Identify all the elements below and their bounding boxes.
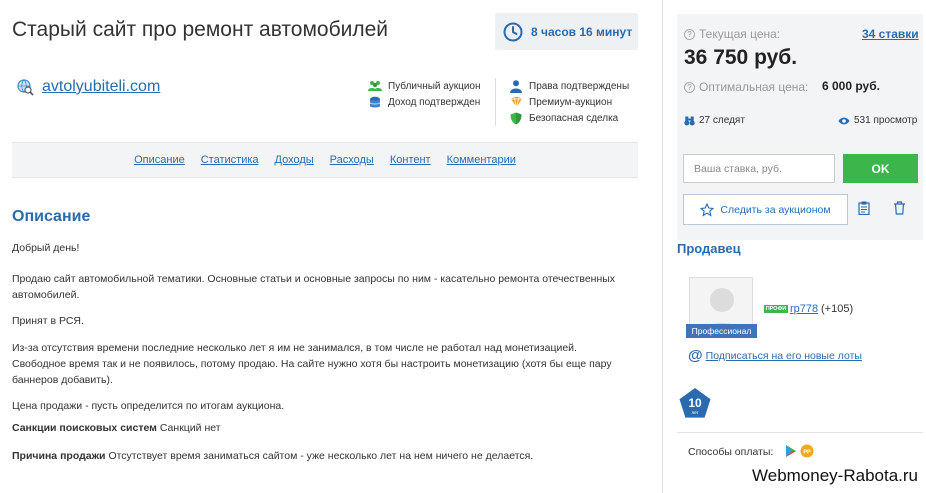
binoculars-icon [684, 116, 695, 126]
tab-content[interactable]: Контент [390, 154, 431, 166]
tab-comments[interactable]: Комментарии [447, 154, 516, 166]
current-price: 36 750 руб. [684, 46, 798, 69]
timer-text: 8 часов 16 минут [531, 24, 633, 39]
years-badge: 10 лет [678, 387, 712, 426]
star-icon [700, 202, 715, 217]
views-count: 531 просмотр [838, 115, 917, 126]
badges-right: Права подтверждены Премиум-аукцион Безоп… [509, 78, 629, 126]
ok-button[interactable]: OK [843, 154, 918, 183]
badge-income-confirmed: Доход подтвержден [368, 94, 481, 110]
watchers-count: 27 следят [684, 115, 745, 126]
tab-description[interactable]: Описание [134, 154, 185, 166]
tab-income[interactable]: Доходы [275, 154, 314, 166]
sanctions-value: Санкций нет [159, 422, 221, 434]
badge-premium: Премиум-аукцион [509, 94, 629, 110]
current-price-label-text: Текущая цена: [699, 27, 781, 41]
bid-input[interactable] [683, 154, 835, 183]
trash-icon[interactable] [893, 201, 906, 215]
page-title: Старый сайт про ремонт автомобилей [12, 18, 388, 41]
badge-label: Премиум-аукцион [529, 96, 613, 108]
watchers-text: 27 следят [699, 115, 745, 126]
badge-label: Доход подтвержден [388, 96, 481, 108]
professional-tag: Профессионал [686, 324, 757, 338]
sanctions-line: Санкции поисковых систем Санкций нет [12, 420, 632, 436]
description-paragraph: Цена продажи - пусть определится по итог… [12, 400, 285, 412]
follow-auction-label: Следить за аукционом [720, 203, 831, 216]
seller-rating: (+105) [821, 303, 854, 315]
pro-badge: ПРОФИ [764, 305, 788, 313]
reason-value: Отсутствует время заниматься сайтом - уж… [108, 450, 534, 462]
optimal-price-label-text: Оптимальная цена: [699, 80, 809, 94]
bids-link[interactable]: 34 ставки [862, 27, 919, 41]
badge-label: Публичный аукцион [388, 80, 481, 92]
users-icon [368, 79, 382, 93]
subscribe-label: Подписаться на его новые лоты [705, 349, 862, 362]
description-paragraph: Продаю сайт автомобильной тематики. Осно… [12, 273, 616, 301]
description-greeting: Добрый день! [12, 242, 80, 254]
svg-text:PP: PP [803, 449, 811, 455]
years-value: 10 [688, 396, 702, 410]
description-paragraph: Принят в РСЯ. [12, 315, 84, 327]
tab-expenses[interactable]: Расходы [330, 154, 374, 166]
optimal-price-label: ? Оптимальная цена: [684, 80, 808, 94]
person-icon [509, 79, 523, 93]
shield-icon [509, 111, 523, 125]
current-price-label: ? Текущая цена: [684, 27, 780, 41]
reason-label: Причина продажи [12, 450, 106, 462]
badge-label: Безопасная сделка [529, 112, 619, 124]
coins-icon [368, 95, 382, 109]
divider [677, 432, 923, 433]
google-play-icon [786, 445, 796, 457]
seller-title: Продавец [677, 241, 741, 256]
globe-search-icon [17, 79, 34, 96]
payment-methods-label: Способы оплаты: [688, 446, 774, 458]
subscribe-link[interactable]: @ Подписаться на его новые лоты [688, 347, 862, 364]
reason-line: Причина продажи Отсутствует время занима… [12, 448, 632, 464]
years-unit: лет [691, 410, 698, 415]
payment-icons: PP [784, 444, 814, 458]
eye-icon [838, 117, 850, 125]
seller-name-link[interactable]: rp778 [790, 303, 818, 315]
site-link[interactable]: avtolyubiteli.com [42, 78, 160, 96]
badge-divider [495, 78, 496, 126]
description-title: Описание [12, 208, 91, 225]
views-text: 531 просмотр [854, 115, 918, 126]
tab-statistics[interactable]: Статистика [201, 154, 259, 166]
follow-auction-button[interactable]: Следить за аукционом [683, 194, 848, 225]
question-icon: ? [684, 28, 695, 40]
timer-box: 8 часов 16 минут [495, 13, 638, 50]
sanctions-label: Санкции поисковых систем [12, 422, 157, 434]
site-row: avtolyubiteli.com [16, 78, 160, 96]
column-divider [662, 0, 663, 493]
badges-left: Публичный аукцион Доход подтвержден [368, 78, 481, 110]
premium-icon [509, 95, 523, 109]
clock-icon [503, 22, 523, 41]
question-icon: ? [684, 81, 695, 93]
badge-rights-confirmed: Права подтверждены [509, 78, 629, 94]
clipboard-icon[interactable] [858, 201, 870, 215]
payment-badge-icon: PP [800, 444, 814, 458]
optimal-price: 6 000 руб. [822, 79, 880, 93]
badge-safe-deal: Безопасная сделка [509, 110, 629, 126]
badge-public-auction: Публичный аукцион [368, 78, 481, 94]
tab-bar: Описание Статистика Доходы Расходы Конте… [12, 142, 638, 178]
description-paragraph: Из-за отсутствия времени последние неско… [12, 342, 612, 386]
at-icon: @ [688, 347, 703, 364]
badge-label: Права подтверждены [529, 80, 630, 92]
watermark: Webmoney-Rabota.ru [752, 466, 918, 485]
